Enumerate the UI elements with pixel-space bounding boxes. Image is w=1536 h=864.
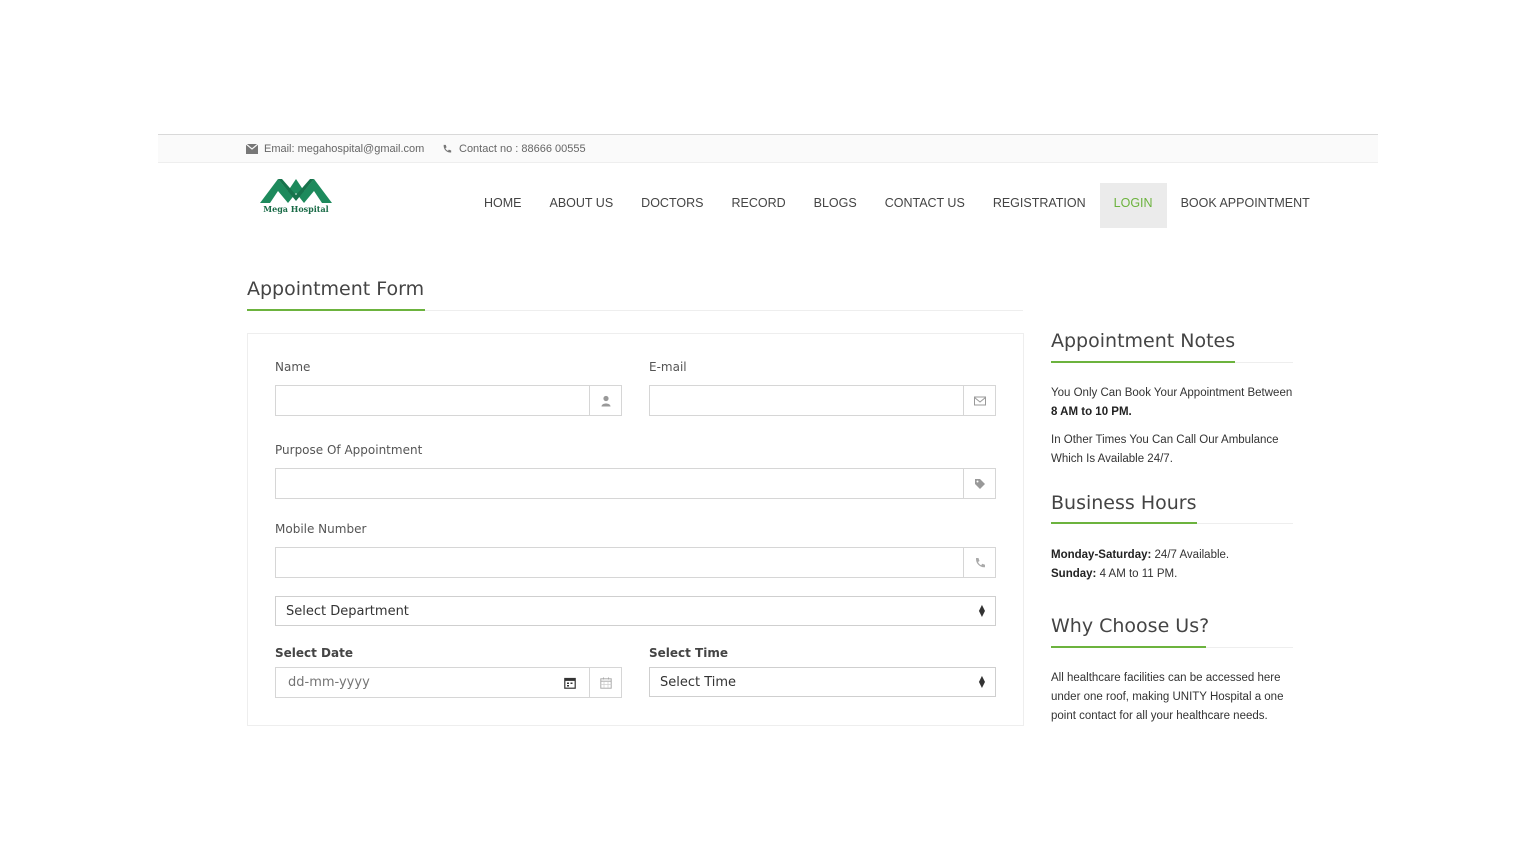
select-arrows-icon: ▲ ▼ bbox=[978, 603, 985, 618]
notes-paragraph-2: In Other Times You Can Call Our Ambulanc… bbox=[1051, 434, 1279, 465]
phone-icon bbox=[975, 557, 985, 567]
date-field bbox=[275, 667, 622, 698]
hours-weekday: Monday-Saturday: 24/7 Available. bbox=[1051, 546, 1296, 565]
hours-title-underline bbox=[1051, 522, 1197, 524]
hours-sunday: Sunday: 4 AM to 11 PM. bbox=[1051, 565, 1296, 584]
form-title-underline bbox=[247, 309, 425, 311]
hours-sunday-label: Sunday: bbox=[1051, 568, 1097, 580]
nav-doctors[interactable]: DOCTORS bbox=[627, 183, 717, 228]
email-info: Email: megahospital@gmail.com bbox=[246, 143, 424, 155]
why-title: Why Choose Us? bbox=[1051, 615, 1210, 637]
mobile-label: Mobile Number bbox=[275, 522, 367, 536]
tag-icon bbox=[974, 478, 985, 489]
department-select[interactable]: Select Department ▲ ▼ bbox=[275, 596, 996, 626]
phone-text: Contact no : 88666 00555 bbox=[459, 143, 586, 155]
why-title-underline bbox=[1051, 646, 1206, 648]
page-frame: Email: megahospital@gmail.com Contact no… bbox=[158, 134, 1378, 734]
time-label: Select Time bbox=[649, 646, 729, 660]
logo-text: Mega Hospital bbox=[263, 204, 329, 214]
select-arrows-icon: ▲ ▼ bbox=[978, 674, 985, 689]
form-title: Appointment Form bbox=[247, 278, 425, 300]
hours-sunday-value: 4 AM to 11 PM. bbox=[1096, 568, 1178, 580]
nav-registration[interactable]: REGISTRATION bbox=[979, 183, 1100, 228]
nav-contact-us[interactable]: CONTACT US bbox=[871, 183, 979, 228]
envelope-outline-icon bbox=[973, 396, 986, 405]
notes-text-1: You Only Can Book Your Appointment Betwe… bbox=[1051, 387, 1293, 399]
user-icon bbox=[601, 395, 610, 406]
phone-icon bbox=[443, 144, 452, 153]
date-input[interactable] bbox=[276, 668, 589, 697]
mobile-field bbox=[275, 547, 996, 578]
top-contact-bar: Email: megahospital@gmail.com Contact no… bbox=[158, 135, 1378, 163]
nav-book-appointment[interactable]: BOOK APPOINTMENT bbox=[1167, 183, 1324, 228]
nav-record[interactable]: RECORD bbox=[717, 183, 799, 228]
email-input[interactable] bbox=[650, 386, 963, 415]
notes-title: Appointment Notes bbox=[1051, 330, 1236, 352]
mobile-addon bbox=[963, 548, 995, 577]
hours-title: Business Hours bbox=[1051, 492, 1197, 514]
date-addon bbox=[589, 668, 621, 697]
date-label: Select Date bbox=[275, 646, 353, 660]
department-select-value: Select Department bbox=[286, 603, 409, 619]
notes-title-underline bbox=[1051, 361, 1235, 363]
email-label: E-mail bbox=[649, 360, 687, 374]
phone-info: Contact no : 88666 00555 bbox=[441, 143, 586, 155]
time-select-value: Select Time bbox=[660, 674, 737, 690]
main-nav: HOME ABOUT US DOCTORS RECORD BLOGS CONTA… bbox=[470, 183, 1324, 228]
envelope-icon bbox=[246, 144, 258, 154]
purpose-label: Purpose Of Appointment bbox=[275, 443, 423, 457]
notes-paragraph-1: You Only Can Book Your Appointment Betwe… bbox=[1051, 384, 1296, 422]
name-label: Name bbox=[275, 360, 311, 374]
appointment-form: Name E-mail Purpose Of Appointment Mobil… bbox=[247, 333, 1024, 726]
hours-weekday-value: 24/7 Available. bbox=[1151, 549, 1230, 561]
name-addon bbox=[589, 386, 621, 415]
calendar-icon bbox=[599, 677, 612, 689]
nav-about-us[interactable]: ABOUT US bbox=[536, 183, 628, 228]
time-select[interactable]: Select Time ▲ ▼ bbox=[649, 667, 996, 697]
name-field bbox=[275, 385, 622, 416]
email-addon bbox=[963, 386, 995, 415]
notes-hours-bold: 8 AM to 10 PM. bbox=[1051, 406, 1132, 418]
why-paragraph: All healthcare facilities can be accesse… bbox=[1051, 672, 1284, 722]
email-text[interactable]: Email: megahospital@gmail.com bbox=[264, 143, 424, 155]
logo-icon bbox=[260, 179, 332, 203]
purpose-field bbox=[275, 468, 996, 499]
nav-home[interactable]: HOME bbox=[470, 183, 536, 228]
date-picker-icon[interactable] bbox=[564, 677, 576, 689]
email-field bbox=[649, 385, 996, 416]
purpose-input[interactable] bbox=[276, 469, 963, 498]
name-input[interactable] bbox=[276, 386, 589, 415]
hours-weekday-label: Monday-Saturday: bbox=[1051, 549, 1152, 561]
nav-blogs[interactable]: BLOGS bbox=[800, 183, 871, 228]
mobile-input[interactable] bbox=[276, 548, 963, 577]
purpose-addon bbox=[963, 469, 995, 498]
nav-login[interactable]: LOGIN bbox=[1099, 183, 1167, 228]
hospital-logo[interactable]: Mega Hospital bbox=[258, 173, 334, 217]
